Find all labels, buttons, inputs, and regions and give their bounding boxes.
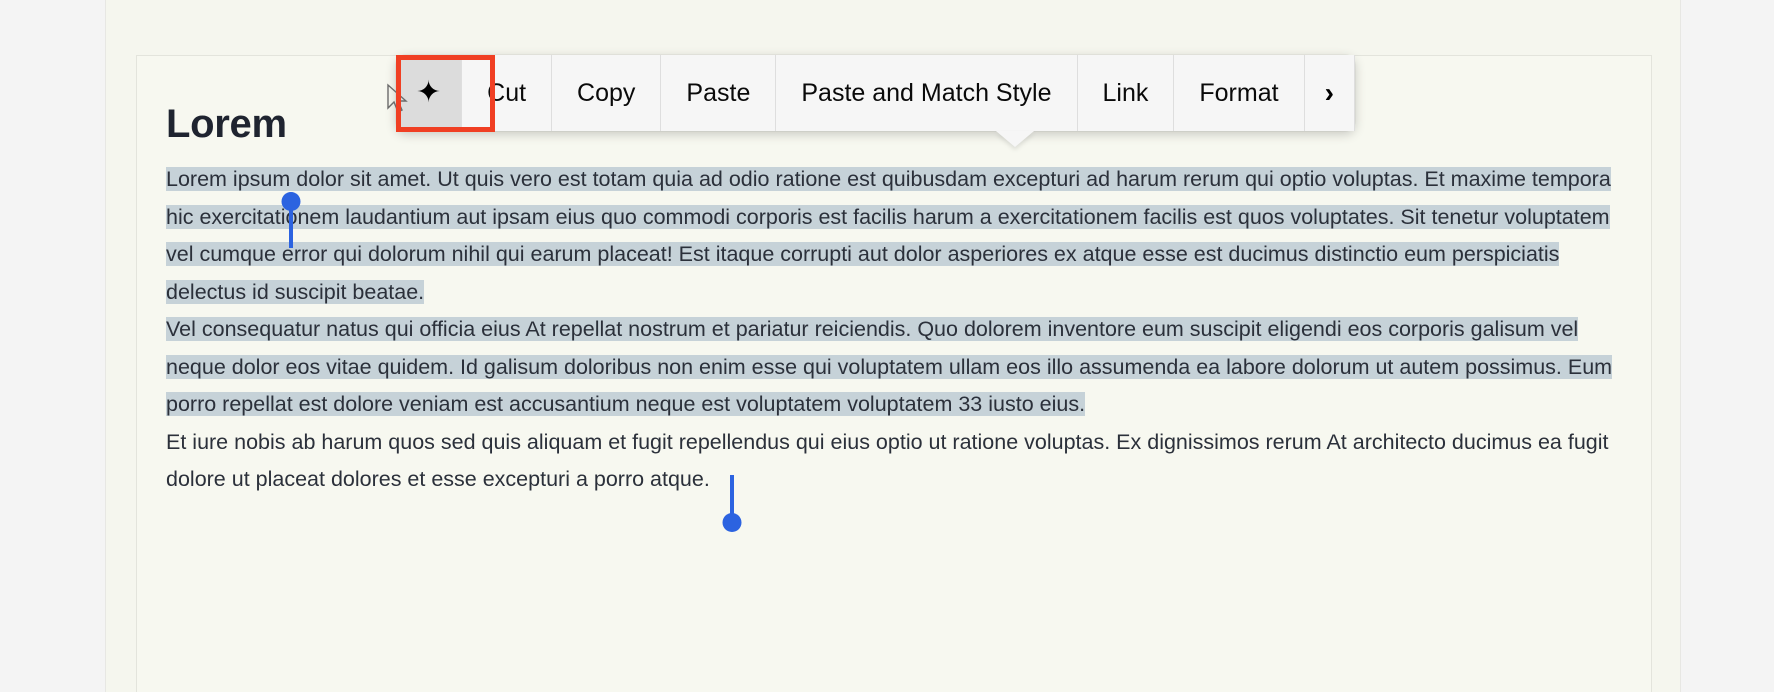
menu-item-link[interactable]: Link [1077,55,1175,131]
selected-text-1: Lorem ipsum dolor sit amet. Ut quis vero… [166,167,1611,304]
context-menu[interactable]: ✦ Cut Copy Paste Paste and Match Style L… [396,55,1355,147]
menu-item-more[interactable]: › [1304,55,1355,131]
menu-item-paste-and-match-style[interactable]: Paste and Match Style [776,55,1078,131]
chevron-right-icon: › [1324,77,1334,108]
paragraph-1[interactable]: Lorem ipsum dolor sit amet. Ut quis vero… [166,161,1616,311]
sparkle-icon: ✦ [416,76,442,109]
page-sheet: Lorem Lorem ipsum dolor sit amet. Ut qui… [106,0,1680,692]
paragraph-3[interactable]: Et iure nobis ab harum quos sed quis ali… [166,424,1616,499]
menu-item-ai-assist[interactable]: ✦ [396,55,463,131]
selection-end-handle[interactable] [730,475,734,522]
page-title: Lorem [166,101,287,146]
selection-start-handle[interactable] [289,202,293,248]
menu-callout-pointer [996,131,1034,147]
document-body[interactable]: Lorem ipsum dolor sit amet. Ut quis vero… [166,161,1616,499]
document-card: Lorem Lorem ipsum dolor sit amet. Ut qui… [136,55,1652,692]
menu-item-copy[interactable]: Copy [552,55,662,131]
paragraph-2[interactable]: Vel consequatur natus qui officia eius A… [166,311,1616,424]
selected-text-2: Vel consequatur natus qui officia eius A… [166,317,1613,416]
menu-item-cut[interactable]: Cut [462,55,553,131]
menu-item-format[interactable]: Format [1174,55,1305,131]
menu-item-paste[interactable]: Paste [661,55,777,131]
